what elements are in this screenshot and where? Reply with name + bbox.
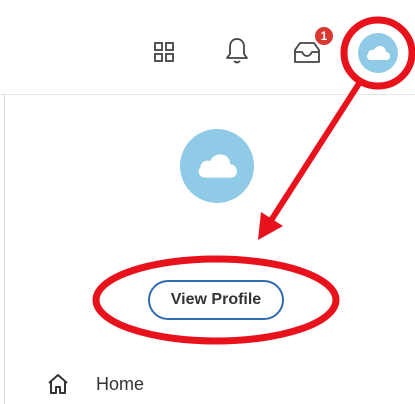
top-bar: 1: [0, 0, 415, 95]
apps-grid-icon[interactable]: [152, 40, 176, 64]
home-icon: [48, 374, 68, 394]
cloud-icon: [367, 46, 390, 60]
view-profile-button[interactable]: View Profile: [148, 280, 284, 320]
bell-icon[interactable]: [224, 36, 250, 66]
profile-avatar-button[interactable]: [358, 33, 398, 73]
inbox-badge: 1: [313, 25, 335, 47]
menu-item-label: Home: [96, 373, 145, 394]
profile-avatar-large: [180, 129, 254, 203]
cloud-icon: [198, 154, 237, 178]
menu-item-home[interactable]: Home: [46, 369, 144, 399]
annotation-arrow-line: [267, 79, 363, 225]
panel-border: [4, 95, 5, 404]
annotation-arrow-head: [258, 212, 283, 240]
